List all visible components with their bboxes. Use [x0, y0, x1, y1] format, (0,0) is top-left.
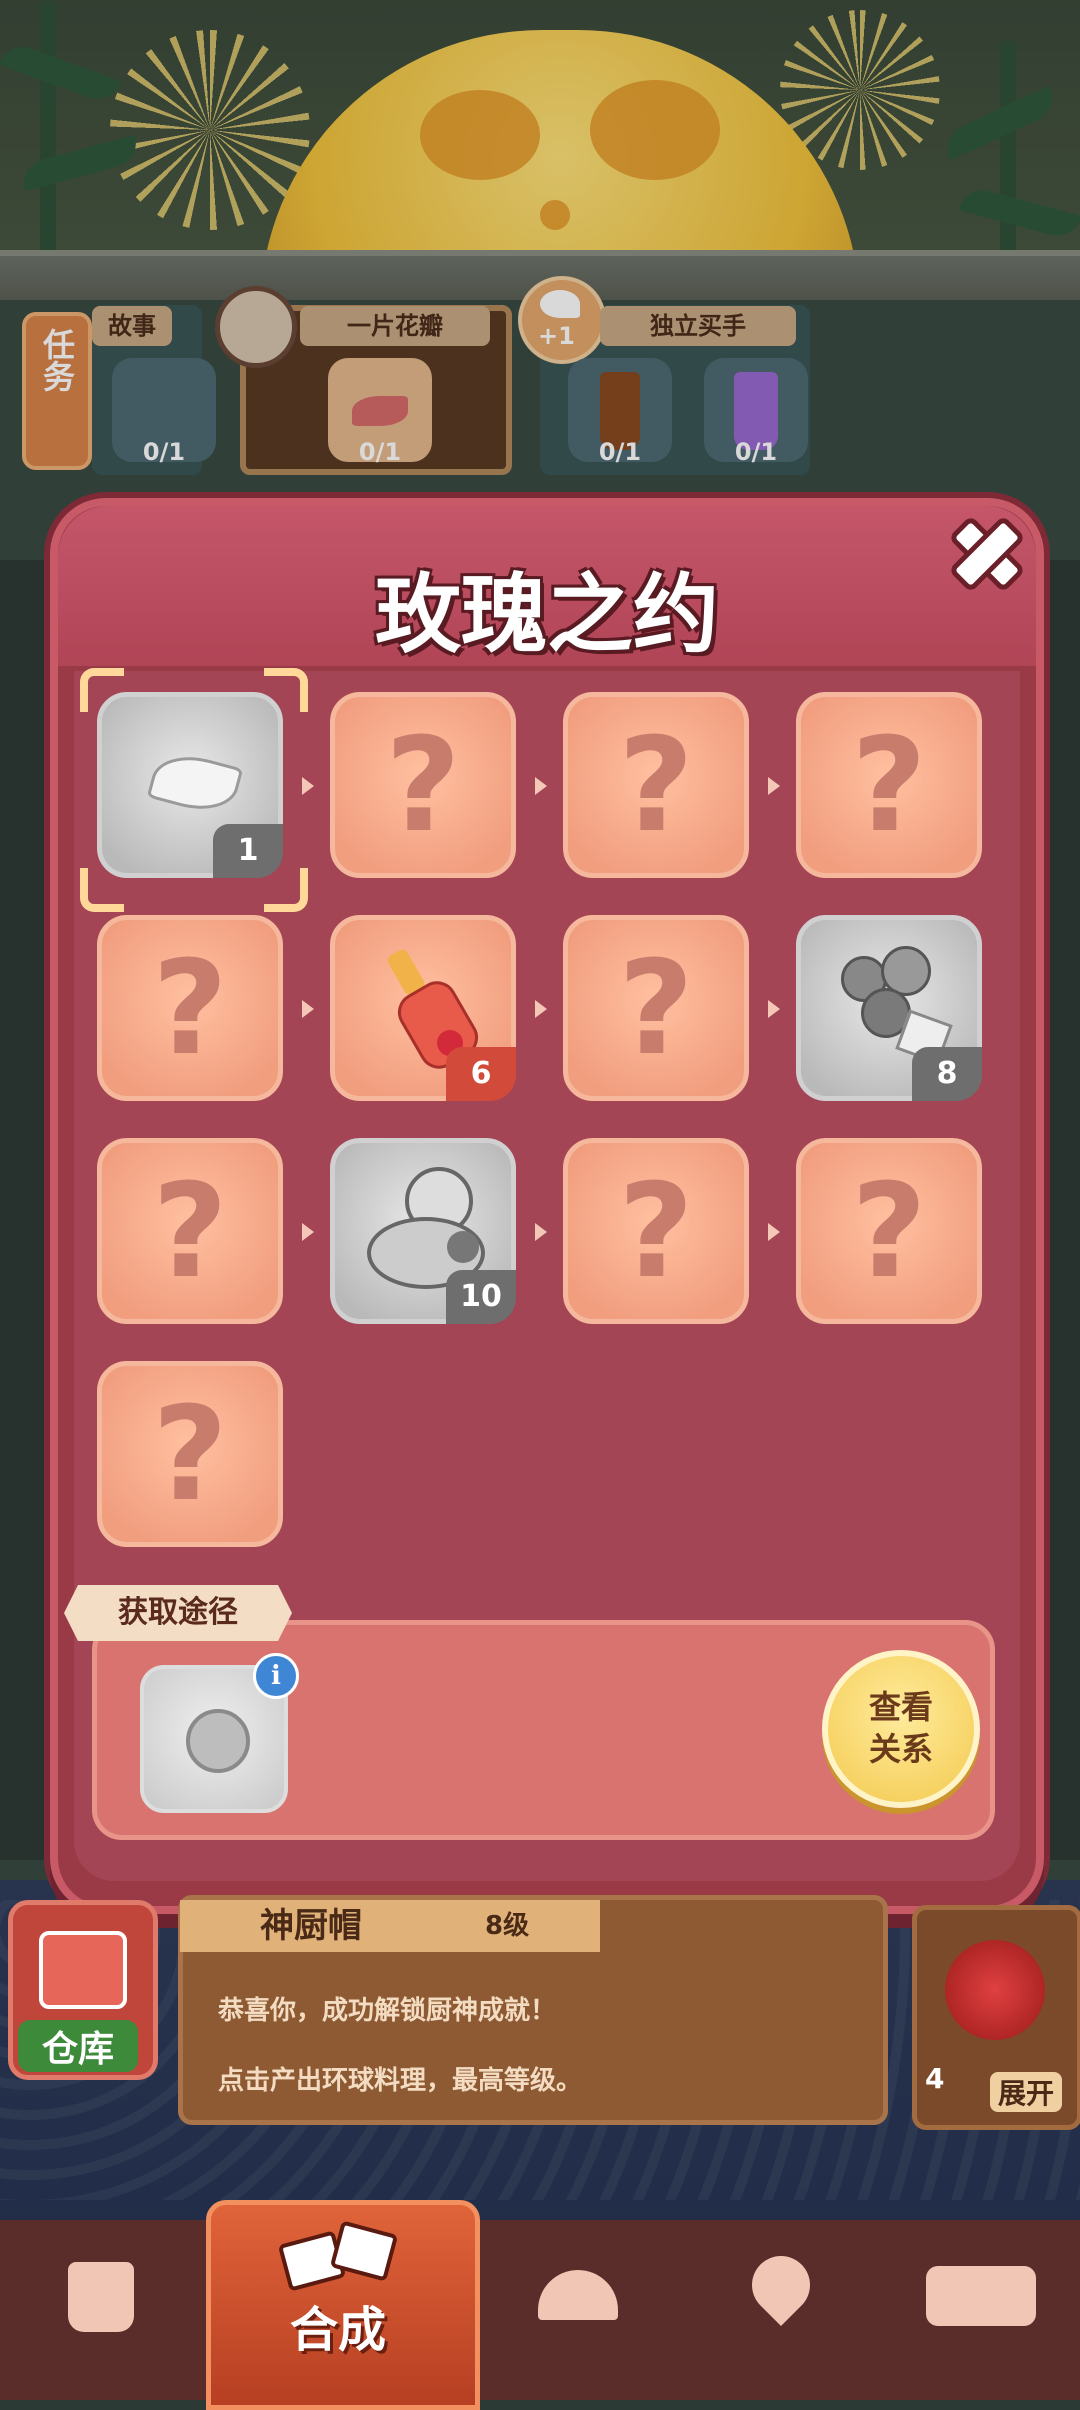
selection-corner: [264, 868, 308, 912]
tile-unknown[interactable]: ?: [563, 692, 749, 878]
achievement-hint: 点击产出环球料理，最高等级。: [218, 2066, 583, 2096]
tile-unknown[interactable]: ?: [97, 1361, 283, 1547]
source-label: 获取途径: [64, 1585, 292, 1641]
close-button[interactable]: [930, 498, 1030, 598]
view-relation-button[interactable]: 查看 关系: [822, 1650, 980, 1808]
tile-petal[interactable]: 1: [97, 692, 283, 878]
nav-merge-label: 合成: [289, 2302, 386, 2358]
arrow-icon: [768, 777, 780, 795]
tile-unknown[interactable]: ?: [796, 1138, 982, 1324]
tile-unknown[interactable]: ?: [563, 915, 749, 1101]
rose-bouquet-icon: [945, 1940, 1045, 2040]
arrow-icon: [768, 1000, 780, 1018]
achievement-text: 恭喜你，成功解锁厨神成就！: [218, 1996, 557, 2026]
selection-corner: [80, 668, 124, 712]
arrow-icon: [768, 1223, 780, 1241]
arrow-icon: [302, 777, 314, 795]
selection-corner: [80, 868, 124, 912]
tile-bouquet[interactable]: 8: [796, 915, 982, 1101]
level-badge: 6: [446, 1047, 516, 1101]
expand-count: 4: [925, 2062, 945, 2095]
modal-title: 玫瑰之约: [375, 565, 719, 665]
expand-button[interactable]: 展开: [990, 2072, 1063, 2112]
level-badge: 10: [446, 1270, 516, 1324]
map-pin-icon: [739, 2243, 823, 2327]
merge-icon: [277, 2220, 399, 2292]
shopping-bag-icon: [68, 2262, 134, 2332]
warehouse-label: 仓库: [18, 2020, 138, 2072]
info-icon[interactable]: i: [253, 1653, 299, 1699]
vase-icon: [186, 1709, 250, 1773]
tile-unknown[interactable]: ?: [330, 692, 516, 878]
nav-bus[interactable]: [916, 2240, 1046, 2370]
nav-shop[interactable]: [36, 2240, 166, 2370]
nav-kitchen[interactable]: [512, 2240, 642, 2370]
tile-unknown[interactable]: ?: [796, 692, 982, 878]
selection-corner: [264, 668, 308, 712]
achievement-title: 神厨帽: [180, 1900, 600, 1952]
arrow-icon: [302, 1000, 314, 1018]
tile-unknown[interactable]: ?: [563, 1138, 749, 1324]
arrow-icon: [535, 1223, 547, 1241]
level-badge: 8: [912, 1047, 982, 1101]
achievement-level: 8级: [485, 1911, 530, 1941]
tile-compact[interactable]: 10: [330, 1138, 516, 1324]
tile-perfume[interactable]: 6: [330, 915, 516, 1101]
tile-unknown[interactable]: ?: [97, 915, 283, 1101]
tile-unknown[interactable]: ?: [97, 1138, 283, 1324]
bus-icon: [926, 2266, 1036, 2326]
nav-map[interactable]: [716, 2240, 846, 2370]
arrow-icon: [535, 1000, 547, 1018]
box-icon: [39, 1931, 127, 2009]
arrow-icon: [302, 1223, 314, 1241]
petal-icon: [146, 746, 244, 820]
cloche-icon: [538, 2270, 618, 2320]
arrow-icon: [535, 777, 547, 795]
